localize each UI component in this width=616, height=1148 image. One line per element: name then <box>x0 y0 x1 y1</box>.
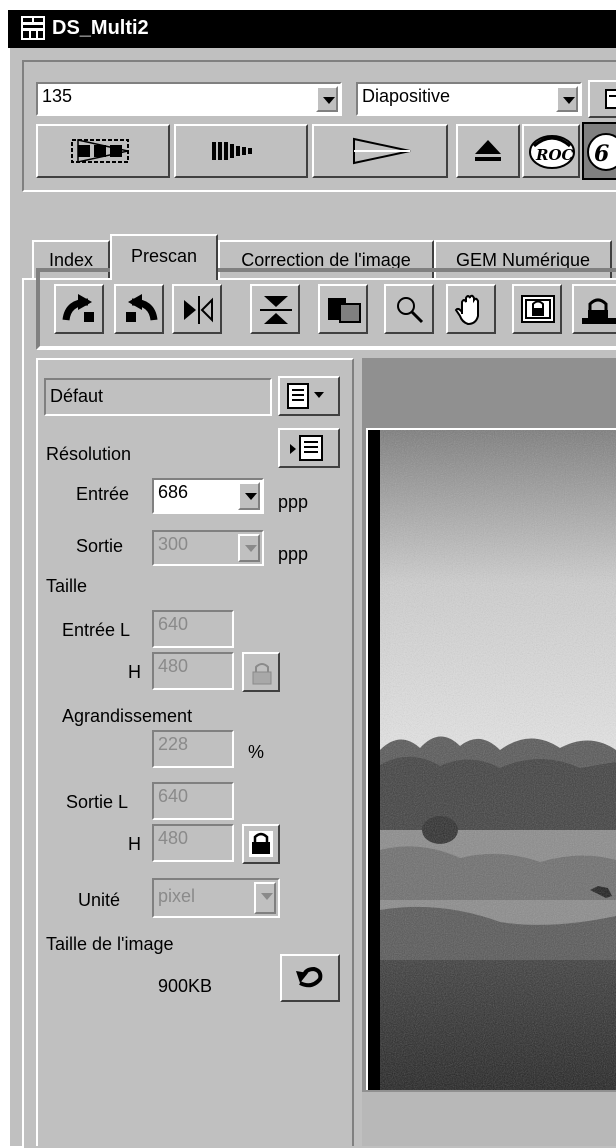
index-scan-icon <box>71 139 129 163</box>
output-resolution-label: Sortie <box>76 536 124 556</box>
tab-prescan[interactable]: Prescan <box>110 234 218 280</box>
settings-button[interactable] <box>588 80 616 118</box>
input-width-value: 640 <box>158 614 189 634</box>
enlargement-value: 228 <box>158 734 189 754</box>
flip-vertical-button[interactable] <box>250 284 300 334</box>
unit-dropdown[interactable]: pixel <box>152 878 280 918</box>
rotate-right-icon <box>126 294 158 322</box>
image-size-label: Taille de l'image <box>46 934 174 954</box>
enlargement-field[interactable]: 228 <box>152 730 234 768</box>
output-resolution-value: 300 <box>158 534 189 554</box>
window-title: DS_Multi2 <box>52 17 149 39</box>
preset-menu-button[interactable] <box>278 376 340 416</box>
lock-button-2[interactable] <box>572 284 616 334</box>
eject-icon <box>475 140 501 161</box>
chevron-down-icon[interactable] <box>238 534 260 562</box>
output-ratio-lock-button[interactable] <box>242 824 280 864</box>
title-bar: DS_Multi2 <box>8 10 616 48</box>
preset-field: Défaut <box>44 378 272 416</box>
input-resolution-dropdown[interactable]: 686 <box>152 478 264 514</box>
chevron-down-icon[interactable] <box>254 882 276 914</box>
crop-button[interactable] <box>318 284 368 334</box>
magnifier-icon <box>397 297 424 324</box>
chevron-down-icon[interactable] <box>238 482 260 510</box>
image-size-value: 900KB <box>158 976 213 996</box>
crop-icon <box>328 298 361 323</box>
tab-image-correction-label: Correction de l'image <box>241 250 411 270</box>
preset-value: Défaut <box>50 386 104 406</box>
film-type-value: Diapositive <box>362 86 451 106</box>
scan-button[interactable] <box>312 124 448 178</box>
film-format-dropdown[interactable]: 135 <box>36 82 342 116</box>
enlargement-unit-label: % <box>248 742 265 762</box>
roc-button[interactable]: ROC <box>522 124 580 178</box>
list-menu-icon <box>287 383 324 409</box>
lock-icon <box>249 831 273 857</box>
gem-icon: 6 <box>587 133 616 171</box>
film-format-value: 135 <box>42 86 73 106</box>
size-label: Taille <box>46 576 88 596</box>
tab-prescan-label: Prescan <box>130 246 198 266</box>
film-type-dropdown[interactable]: Diapositive <box>356 82 582 116</box>
input-height-value: 480 <box>158 656 189 676</box>
output-width-field[interactable]: 640 <box>152 782 234 820</box>
file-icon <box>605 89 616 109</box>
svg-text:ROC: ROC <box>535 146 574 164</box>
resolution-label: Résolution <box>46 444 132 464</box>
preview-image[interactable] <box>380 430 616 1090</box>
hand-icon <box>454 294 479 326</box>
input-width-field[interactable]: 640 <box>152 610 234 648</box>
resolution-menu-button[interactable] <box>278 428 340 468</box>
preview-scroll-strip <box>362 1092 616 1146</box>
unit-label: Unité <box>78 890 121 910</box>
input-height-field[interactable]: 480 <box>152 652 234 690</box>
flip-horizontal-icon <box>184 296 213 324</box>
input-resolution-label: Entrée <box>76 484 130 504</box>
rotate-left-button[interactable] <box>54 284 104 334</box>
eject-button[interactable] <box>456 124 520 178</box>
lock-icon-2 <box>582 298 616 324</box>
roc-icon: ROC <box>529 135 575 169</box>
unit-value: pixel <box>158 886 196 906</box>
flip-horizontal-button[interactable] <box>172 284 222 334</box>
prescan-icon <box>212 142 252 160</box>
output-resolution-dropdown[interactable]: 300 <box>152 530 264 566</box>
input-ratio-lock-button[interactable] <box>242 652 280 692</box>
lock-icon <box>252 663 272 685</box>
lock-button[interactable] <box>512 284 562 334</box>
index-scan-button[interactable] <box>36 124 170 178</box>
input-resolution-value: 686 <box>158 482 189 502</box>
lock-icon <box>521 295 555 323</box>
input-unit-label: ppp <box>278 492 309 512</box>
output-height-label: H <box>128 834 141 854</box>
output-height-value: 480 <box>158 828 189 848</box>
landscape-photo <box>380 430 616 1090</box>
chevron-down-icon[interactable] <box>316 86 338 112</box>
chevron-down-icon[interactable] <box>556 86 578 112</box>
arrow-list-icon <box>290 435 323 461</box>
undo-icon <box>296 966 323 988</box>
flip-vertical-icon <box>260 296 292 324</box>
rotate-right-button[interactable] <box>114 284 164 334</box>
output-unit-label: ppp <box>278 544 309 564</box>
rotate-left-icon <box>62 294 94 322</box>
enlargement-label: Agrandissement <box>62 706 193 726</box>
gem-button[interactable]: 6 <box>582 122 616 180</box>
tab-index-label: Index <box>48 250 94 270</box>
tab-digital-gem-label: GEM Numérique <box>455 250 591 270</box>
input-height-label: H <box>128 662 141 682</box>
output-width-value: 640 <box>158 786 189 806</box>
app-icon <box>21 16 45 40</box>
output-height-field[interactable]: 480 <box>152 824 234 862</box>
output-width-label: Sortie L <box>66 792 129 812</box>
zoom-button[interactable] <box>384 284 434 334</box>
undo-button[interactable] <box>280 954 340 1002</box>
prescan-button[interactable] <box>174 124 308 178</box>
input-width-label: Entrée L <box>62 620 131 640</box>
scan-icon <box>353 137 411 165</box>
hand-button[interactable] <box>446 284 496 334</box>
svg-text:6: 6 <box>594 141 609 167</box>
